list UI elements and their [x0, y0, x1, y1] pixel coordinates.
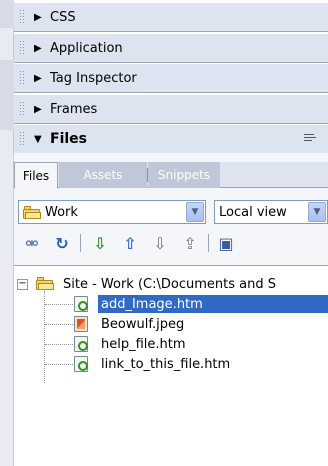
panel-header-frames[interactable]: ▶ Frames: [14, 94, 328, 124]
htm-file-icon: [74, 296, 88, 312]
tree-item-label: help_file.htm: [101, 336, 186, 352]
tree-item[interactable]: Beowulf.jpeg: [14, 314, 328, 334]
grip-icon[interactable]: [20, 102, 30, 116]
site-select-value: Work: [45, 204, 78, 220]
chevron-down-icon[interactable]: ▼: [308, 202, 326, 222]
view-select[interactable]: Local view ▼: [214, 200, 328, 224]
folder-icon: [36, 277, 54, 290]
panel-header-tag-inspector[interactable]: ▶ Tag Inspector: [14, 63, 328, 93]
panel-header-application[interactable]: ▶ Application: [14, 33, 328, 63]
files-panel-body: Files Assets Snippets Work ▼ Local view …: [14, 153, 328, 466]
check-in-icon[interactable]: ⇪: [180, 233, 200, 253]
expanded-arrow-icon: ▼: [34, 133, 42, 145]
panel-options-menu-icon[interactable]: [304, 134, 318, 144]
grip-icon[interactable]: [20, 71, 30, 85]
tree-root-label: Site - Work (C:\Documents and S: [63, 276, 276, 292]
collapse-toggle-icon[interactable]: −: [17, 279, 28, 290]
check-out-icon[interactable]: ⇩: [150, 233, 170, 253]
grip-icon[interactable]: [20, 132, 30, 146]
files-toolbar: ⚮ ↻ ⇩ ⇧ ⇩ ⇪ ▣: [14, 231, 328, 257]
tree-item-label: Beowulf.jpeg: [101, 316, 185, 332]
grip-icon[interactable]: [20, 10, 30, 24]
refresh-icon[interactable]: ↻: [52, 233, 72, 253]
tree-item-label: add_Image.htm: [98, 295, 328, 313]
htm-file-icon: [74, 336, 88, 352]
files-tab-bar: Files Assets Snippets: [14, 162, 328, 189]
put-files-icon[interactable]: ⇧: [120, 233, 140, 253]
connect-icon[interactable]: ⚮: [22, 233, 42, 253]
jpeg-file-icon: [74, 316, 88, 332]
toolbar-divider: [208, 234, 209, 252]
chevron-down-icon[interactable]: ▼: [186, 202, 204, 222]
get-files-icon[interactable]: ⇩: [90, 233, 110, 253]
panel-header-files[interactable]: ▼ Files: [14, 124, 328, 154]
grip-icon[interactable]: [20, 41, 30, 55]
file-tree: − Site - Work (C:\Documents and S add_Im…: [14, 265, 328, 466]
folder-icon: [23, 205, 41, 219]
collapsed-arrow-icon: ▶: [34, 11, 42, 23]
tree-item[interactable]: link_to_this_file.htm: [14, 354, 328, 374]
tree-item-label: link_to_this_file.htm: [101, 356, 231, 372]
tab-snippets[interactable]: Snippets: [148, 162, 220, 188]
panel-title-application: Application: [50, 40, 123, 56]
view-select-value: Local view: [219, 204, 287, 220]
collapsed-arrow-icon: ▶: [34, 72, 42, 84]
panel-title-css: CSS: [50, 9, 76, 25]
tree-item[interactable]: add_Image.htm: [14, 294, 328, 314]
tab-assets[interactable]: Assets: [59, 162, 147, 188]
tree-root-site[interactable]: − Site - Work (C:\Documents and S: [14, 274, 328, 294]
tree-item[interactable]: help_file.htm: [14, 334, 328, 354]
panel-header-css[interactable]: ▶ CSS: [14, 2, 328, 32]
site-select[interactable]: Work ▼: [18, 200, 206, 224]
tab-files[interactable]: Files: [14, 162, 58, 189]
dock-edge-segment: [0, 0, 14, 28]
htm-file-icon: [74, 356, 88, 372]
dock-edge-segment: [0, 60, 14, 130]
collapsed-arrow-icon: ▶: [34, 42, 42, 54]
panel-title-frames: Frames: [50, 101, 98, 117]
toolbar-divider: [80, 234, 81, 252]
panel-title-tag-inspector: Tag Inspector: [50, 70, 137, 86]
panel-title-files: Files: [50, 131, 87, 147]
panel-dock-edge: [0, 0, 14, 466]
expand-icon[interactable]: ▣: [216, 233, 236, 253]
collapsed-arrow-icon: ▶: [34, 103, 42, 115]
